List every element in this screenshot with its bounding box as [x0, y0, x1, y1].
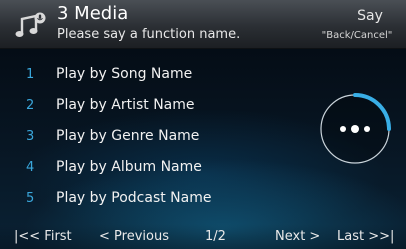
item-label: Play by Podcast Name: [56, 190, 212, 206]
item-label: Play by Song Name: [56, 66, 193, 82]
pagination-bar: |<< First < Previous 1/2 Next > Last >>|: [0, 224, 406, 249]
list-item-song[interactable]: 1 Play by Song Name: [0, 61, 300, 91]
item-label: Play by Artist Name: [56, 97, 195, 113]
page-indicator: 1/2: [205, 229, 226, 244]
list-item-genre[interactable]: 3 Play by Genre Name: [0, 123, 300, 153]
music-note-voice-icon: [15, 12, 46, 37]
listening-dots-icon: [320, 93, 391, 164]
item-number: 3: [26, 129, 35, 144]
header-bar: 3 Media Please say a function name. Say …: [0, 0, 406, 49]
item-label: Play by Genre Name: [56, 128, 200, 144]
item-number: 1: [26, 67, 35, 82]
list-item-album[interactable]: 4 Play by Album Name: [0, 154, 300, 184]
item-number: 2: [26, 98, 35, 113]
page-title: 3 Media: [57, 3, 129, 24]
voice-command-screen: 3 Media Please say a function name. Say …: [0, 0, 406, 249]
item-number: 5: [26, 191, 35, 206]
say-hint-label: Say: [357, 8, 383, 24]
prompt-text: Please say a function name.: [57, 27, 241, 42]
previous-page-button[interactable]: < Previous: [99, 229, 169, 244]
first-page-button[interactable]: |<< First: [14, 229, 72, 244]
last-page-button[interactable]: Last >>|: [337, 229, 394, 244]
back-cancel-hint: "Back/Cancel": [321, 30, 393, 41]
item-label: Play by Album Name: [56, 159, 202, 175]
item-number: 4: [26, 160, 35, 175]
next-page-button[interactable]: Next >: [275, 229, 320, 244]
list-item-artist[interactable]: 2 Play by Artist Name: [0, 92, 300, 122]
list-item-podcast[interactable]: 5 Play by Podcast Name: [0, 185, 300, 215]
